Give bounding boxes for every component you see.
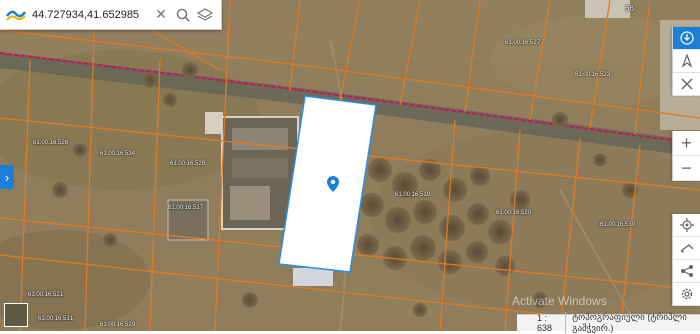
parcel-label: 61.00.16.517 — [168, 205, 204, 211]
layers-icon[interactable] — [194, 4, 216, 26]
expand-panel-button[interactable]: › — [0, 165, 14, 189]
scale-readout: 1 : 638 — [537, 313, 553, 333]
locate-icon[interactable] — [673, 214, 700, 237]
parcel-label: 61.00.16.526 — [33, 140, 69, 146]
map-canvas[interactable]: 61.00.16.527 61.00.16.523 61.00.16.526 6… — [0, 0, 700, 331]
right-toolbar-top — [672, 27, 700, 96]
clear-icon[interactable]: ✕ — [150, 4, 172, 26]
parcel-label: 61.00.16.521 — [28, 292, 64, 298]
parcel-label: 61.00.16.524 — [100, 151, 136, 157]
parcel-label: 61.00.16.528 — [170, 161, 206, 167]
aerial-imagery — [0, 0, 700, 331]
navigate-icon[interactable] — [673, 50, 700, 73]
corner-label: 66 — [625, 4, 634, 13]
search-icon[interactable] — [172, 4, 194, 26]
parcel-label: 61.00.16.527 — [505, 40, 541, 46]
share-icon[interactable] — [673, 260, 700, 283]
parcel-label: 61.00.16.519 — [395, 192, 431, 198]
activate-windows-watermark: Activate Windows — [512, 294, 607, 308]
settings-icon[interactable] — [673, 283, 700, 306]
parcel-label: 61.00.16.531 — [38, 316, 74, 322]
location-pin-icon[interactable] — [327, 176, 339, 192]
basemap-thumbnail[interactable] — [4, 303, 28, 327]
download-icon[interactable] — [673, 27, 700, 50]
logo-icon — [5, 8, 27, 22]
parcel-label: 61.00.16.520 — [496, 210, 532, 216]
parcel-label: 61.00.16.530 — [600, 222, 636, 228]
status-bar: 1 : 638 ტოპოგრაფიული (ტრიპლი გამჭვირ.) — [517, 312, 700, 334]
zoom-out-button[interactable]: − — [673, 156, 700, 181]
tools-icon[interactable] — [673, 73, 700, 96]
parcel-label: 61.00.16.523 — [575, 72, 611, 78]
zoom-in-button[interactable]: + — [673, 131, 700, 156]
parcel-label: 61.00.16.529 — [100, 322, 136, 328]
measure-icon[interactable] — [673, 237, 700, 260]
search-input[interactable] — [32, 8, 150, 21]
right-toolbar-bottom — [672, 214, 700, 306]
zoom-controls: + − — [672, 131, 700, 181]
search-bar: ✕ — [0, 0, 222, 30]
